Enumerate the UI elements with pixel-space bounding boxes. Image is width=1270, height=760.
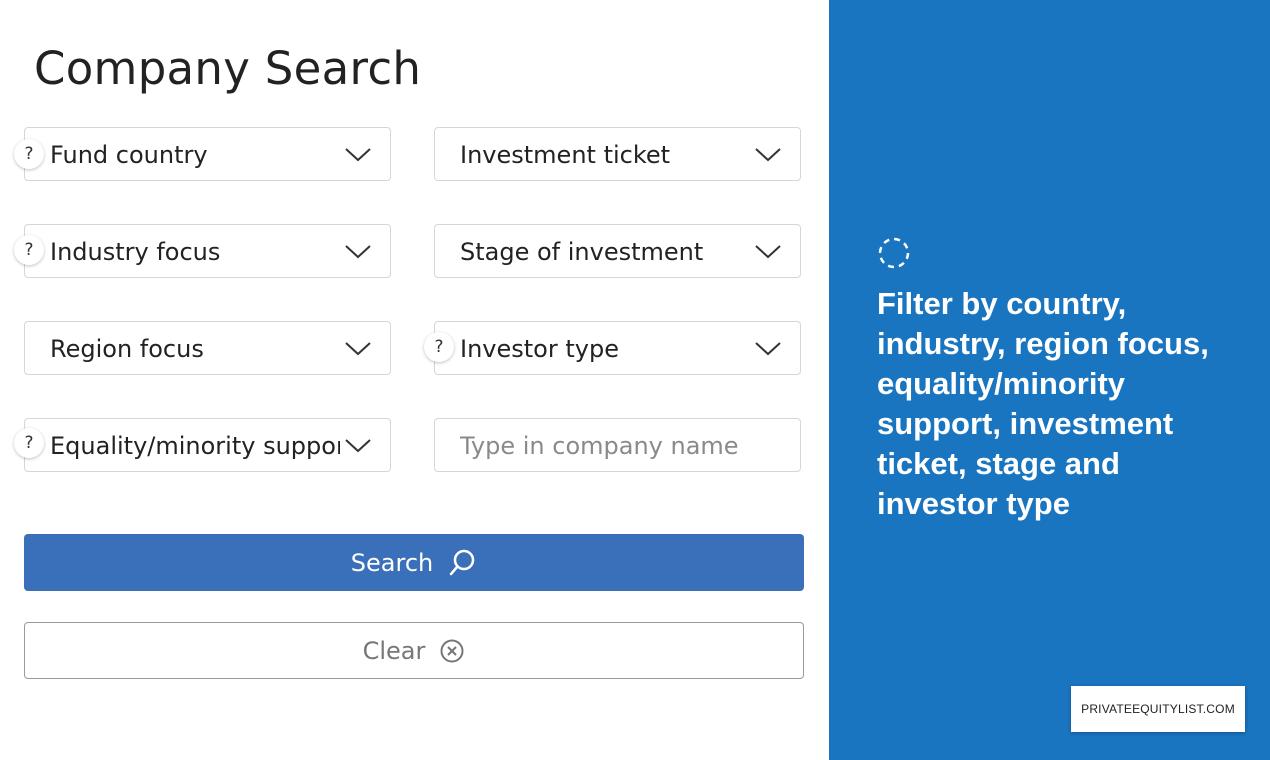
- fund-country-select[interactable]: Fund country: [24, 127, 391, 181]
- chevron-down-icon: [345, 342, 371, 356]
- chevron-down-icon: [755, 148, 781, 162]
- search-button-label: Search: [350, 548, 434, 577]
- investment-ticket-label: Investment ticket: [460, 141, 671, 169]
- help-icon[interactable]: ?: [424, 332, 454, 362]
- region-focus-select[interactable]: Region focus: [24, 321, 391, 375]
- help-icon[interactable]: ?: [14, 235, 44, 265]
- site-badge: PRIVATEEQUITYLIST.COM: [1071, 686, 1245, 732]
- chevron-down-icon: [755, 342, 781, 356]
- chevron-down-icon: [345, 245, 371, 259]
- region-focus-label: Region focus: [50, 335, 204, 363]
- investment-ticket-select[interactable]: Investment ticket: [434, 127, 801, 181]
- stage-of-investment-label: Stage of investment: [460, 238, 704, 266]
- help-icon[interactable]: ?: [14, 139, 44, 169]
- clear-button[interactable]: Clear: [24, 622, 804, 679]
- loading-spinner-icon: [878, 237, 910, 269]
- stage-of-investment-select[interactable]: Stage of investment: [434, 224, 801, 278]
- company-name-input[interactable]: Type in company name: [434, 418, 801, 472]
- investor-type-label: Investor type: [460, 335, 619, 363]
- help-icon[interactable]: ?: [14, 428, 44, 458]
- search-form-panel: Company Search Fund country ? Investment…: [0, 0, 829, 760]
- investor-type-select[interactable]: Investor type: [434, 321, 801, 375]
- promo-text: Filter by country, industry, region focu…: [877, 286, 1209, 521]
- chevron-down-icon: [345, 439, 371, 453]
- page-title: Company Search: [34, 42, 422, 95]
- industry-focus-label: Industry focus: [50, 238, 221, 266]
- clear-button-label: Clear: [362, 636, 426, 665]
- equality-minority-support-label: Equality/minority support: [50, 432, 340, 460]
- industry-focus-select[interactable]: Industry focus: [24, 224, 391, 278]
- search-button[interactable]: Search: [24, 534, 804, 591]
- company-name-placeholder: Type in company name: [460, 432, 739, 460]
- promo-panel: Filter by country, industry, region focu…: [829, 0, 1270, 760]
- fund-country-label: Fund country: [50, 141, 208, 169]
- search-icon: [449, 549, 475, 575]
- chevron-down-icon: [345, 148, 371, 162]
- equality-minority-support-select[interactable]: Equality/minority support: [24, 418, 391, 472]
- clear-circle-x-icon: [440, 639, 464, 662]
- chevron-down-icon: [755, 245, 781, 259]
